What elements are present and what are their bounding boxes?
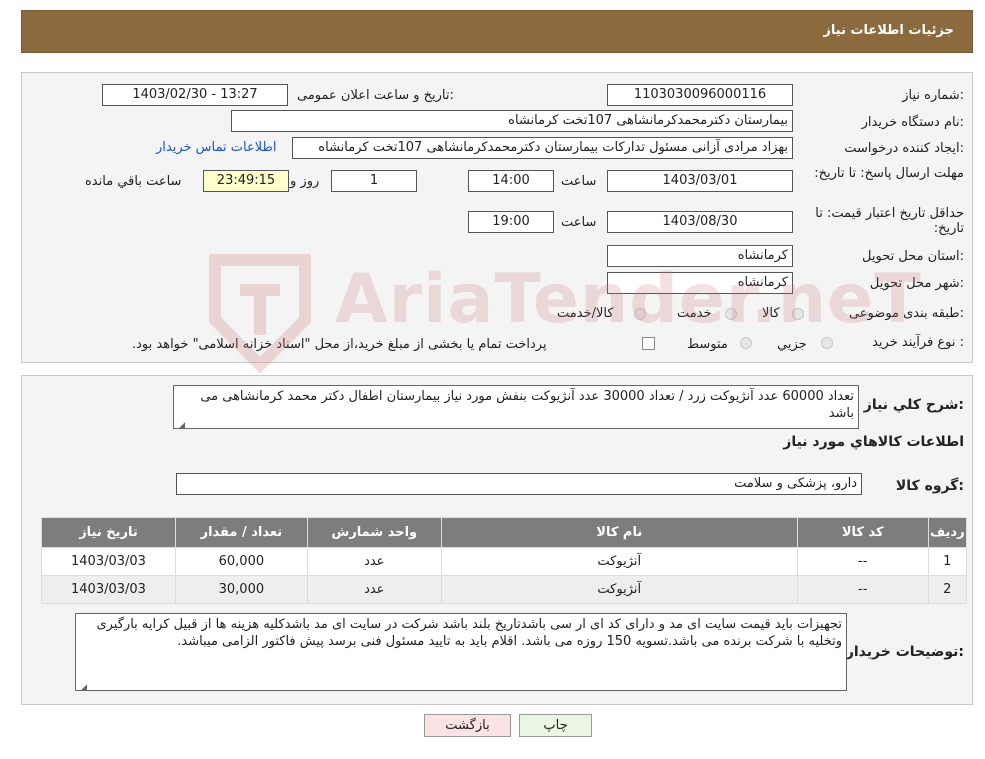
category-option-goods-service: کالا/خدمت <box>557 306 614 321</box>
description-text: تعداد 60000 عدد آنژیوکت زرد / تعداد 3000… <box>200 389 854 421</box>
back-button[interactable]: بازگشت <box>424 714 511 737</box>
purchase-option-minor: جزیي <box>777 337 807 352</box>
province-label: استان محل تحویل: <box>862 249 964 264</box>
cell-item-name: آنژیوکت <box>440 547 798 576</box>
need-number-field[interactable]: 1103030096000116 <box>607 84 793 106</box>
category-option-service: خدمت <box>677 306 712 321</box>
cell-item-code: -- <box>796 547 929 576</box>
purchase-radio-medium[interactable] <box>740 337 752 349</box>
days-field[interactable]: 1 <box>331 170 417 192</box>
col-item-code: کد کالا <box>796 517 929 548</box>
description-label: شرح کلي نياز: <box>863 397 964 413</box>
province-field[interactable]: کرمانشاه <box>607 245 793 267</box>
days-label: روز و <box>290 174 320 189</box>
validity-time-label: ساعت <box>561 215 597 230</box>
buyer-notes-label: توضیحات خریدار: <box>845 644 964 660</box>
resize-grip-icon[interactable]: ◢ <box>176 418 185 428</box>
col-item-name: نام کالا <box>440 517 798 548</box>
creator-field[interactable]: بهزاد مرادی آزانی مسئول تدارکات بیمارستا… <box>292 137 793 159</box>
need-details-panel: شرح کلي نياز: تعداد 60000 عدد آنژیوکت زر… <box>21 375 973 705</box>
remaining-time-field: 23:49:15 <box>203 170 289 192</box>
deadline-label: مهلت ارسال پاسخ: تا تاریخ: <box>814 166 964 181</box>
validity-date-field[interactable]: 1403/08/30 <box>607 211 793 233</box>
buyer-org-label: نام دستگاه خریدار: <box>861 115 964 130</box>
cell-unit: عدد <box>306 547 442 576</box>
deadline-time-label: ساعت <box>561 174 597 189</box>
buyer-contact-link[interactable]: اطلاعات تماس خریدار <box>156 140 276 155</box>
table-row[interactable]: 2 -- آنژیوکت عدد 30,000 1403/03/03 <box>41 575 968 604</box>
cell-quantity: 60,000 <box>174 547 308 576</box>
need-number-label: شماره نیاز: <box>902 88 964 103</box>
creator-label: ایجاد کننده درخواست: <box>844 141 964 156</box>
remaining-label: ساعت باقي مانده <box>85 174 182 189</box>
cell-need-date: 1403/03/03 <box>41 547 176 576</box>
purchase-radio-minor[interactable] <box>821 337 833 349</box>
category-radio-service[interactable] <box>725 308 737 320</box>
goods-table: رديف کد کالا نام کالا واحد شمارش تعداد /… <box>41 517 968 604</box>
goods-info-title: اطلاعات کالاهاي مورد نياز <box>783 434 964 450</box>
category-option-goods: کالا <box>762 306 780 321</box>
buyer-notes-text: تجهیزات باید قیمت سایت ای مد و دارای کد … <box>96 617 842 649</box>
category-radio-goods-service[interactable] <box>634 308 646 320</box>
announce-label: تاریخ و ساعت اعلان عمومی: <box>297 88 454 103</box>
print-button[interactable]: چاپ <box>519 714 592 737</box>
cell-row-number: 1 <box>927 547 968 576</box>
treasury-payment-checkbox[interactable] <box>642 337 655 350</box>
col-row-number: رديف <box>927 517 968 548</box>
cell-item-name: آنژیوکت <box>440 575 798 604</box>
deadline-date-field[interactable]: 1403/03/01 <box>607 170 793 192</box>
goods-group-field[interactable]: دارو، پزشکی و سلامت <box>176 473 862 495</box>
col-unit: واحد شمارش <box>306 517 442 548</box>
announce-datetime-field[interactable]: 1403/02/30 - 13:27 <box>102 84 288 106</box>
category-label: طبقه بندی موضوعی: <box>848 306 964 321</box>
city-field[interactable]: کرمانشاه <box>607 272 793 294</box>
cell-unit: عدد <box>306 575 442 604</box>
need-info-panel: شماره نیاز: 1103030096000116 تاریخ و ساع… <box>21 72 973 363</box>
resize-grip-icon[interactable]: ◢ <box>78 680 87 690</box>
city-label: شهر محل تحویل: <box>869 276 964 291</box>
cell-need-date: 1403/03/03 <box>41 575 176 604</box>
validity-time-field[interactable]: 19:00 <box>468 211 554 233</box>
goods-table-header: رديف کد کالا نام کالا واحد شمارش تعداد /… <box>41 517 968 548</box>
col-need-date: تاريخ نياز <box>41 517 176 548</box>
table-row[interactable]: 1 -- آنژیوکت عدد 60,000 1403/03/03 <box>41 547 968 576</box>
validity-label: حداقل تاریخ اعتبار قیمت: تا تاریخ: <box>815 206 964 236</box>
cell-quantity: 30,000 <box>174 575 308 604</box>
category-radio-goods[interactable] <box>792 308 804 320</box>
col-quantity: تعداد / مقدار <box>174 517 308 548</box>
purchase-option-medium: متوسط <box>687 337 728 352</box>
purchase-type-label: نوع فرآیند خرید : <box>872 335 964 350</box>
goods-group-label: گروه کالا: <box>895 478 964 494</box>
buyer-org-field[interactable]: بیمارستان دکترمحمدکرمانشاهی 107تخت کرمان… <box>231 110 793 132</box>
cell-row-number: 2 <box>927 575 968 604</box>
deadline-time-field[interactable]: 14:00 <box>468 170 554 192</box>
buyer-notes-textarea[interactable]: تجهیزات باید قیمت سایت ای مد و دارای کد … <box>75 613 847 691</box>
page-title: جزئیات اطلاعات نیاز <box>823 23 954 38</box>
description-textarea[interactable]: تعداد 60000 عدد آنژیوکت زرد / تعداد 3000… <box>173 385 859 429</box>
payment-note: پرداخت تمام یا بخشی از مبلغ خرید،از محل … <box>132 337 547 352</box>
page-header: جزئیات اطلاعات نیاز <box>21 10 973 53</box>
cell-item-code: -- <box>796 575 929 604</box>
